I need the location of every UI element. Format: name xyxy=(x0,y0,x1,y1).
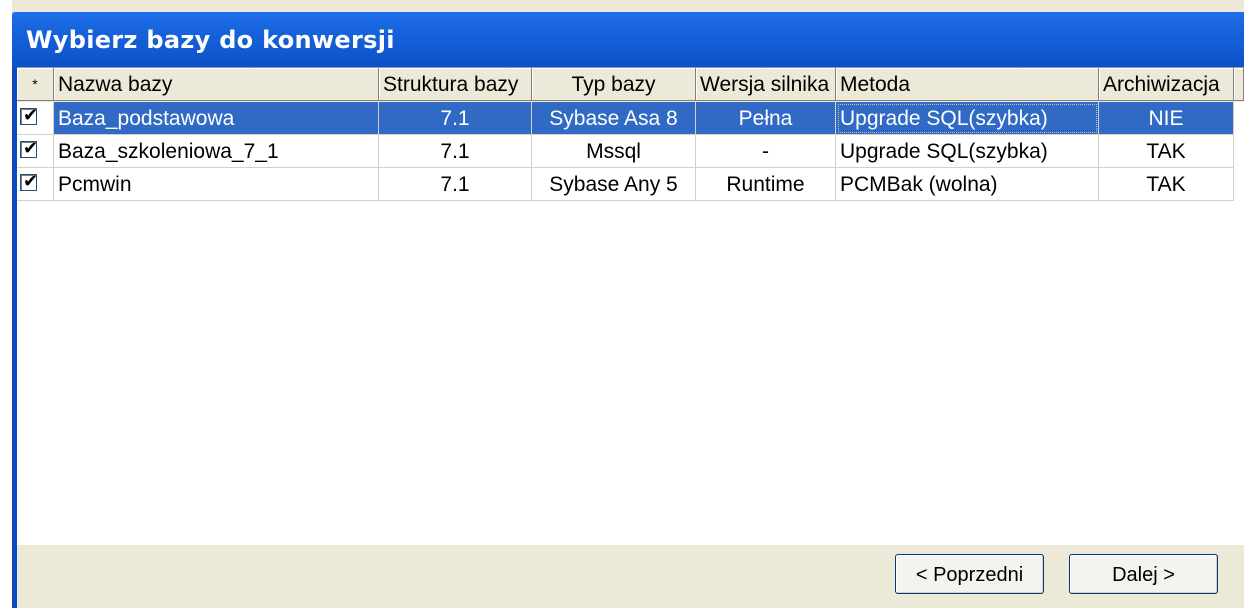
header-filler xyxy=(1234,68,1244,101)
title-bar: Wybierz bazy do konwersji xyxy=(12,12,1244,67)
conversion-window: Wybierz bazy do konwersji * Nazwa bazy S… xyxy=(12,0,1244,608)
row-checkbox-cell[interactable]: ✔ xyxy=(17,102,54,135)
checkmark-icon: ✔ xyxy=(23,171,39,192)
column-header-name[interactable]: Nazwa bazy xyxy=(54,68,379,101)
row-checkbox[interactable]: ✔ xyxy=(20,105,39,126)
cell-name[interactable]: Baza_szkoleniowa_7_1 xyxy=(54,135,379,168)
column-header-engine[interactable]: Wersja silnika xyxy=(696,68,836,101)
cell-method[interactable]: PCMBak (wolna) xyxy=(836,168,1099,201)
cell-type[interactable]: Sybase Any 5 xyxy=(532,168,696,201)
row-checkbox[interactable]: ✔ xyxy=(20,171,39,192)
cell-archive[interactable]: NIE xyxy=(1099,102,1234,135)
button-bar: < Poprzedni Dalej > xyxy=(17,545,1244,608)
cell-name[interactable]: Baza_podstawowa xyxy=(54,102,379,135)
cell-archive[interactable]: TAK xyxy=(1099,135,1234,168)
cell-type[interactable]: Sybase Asa 8 xyxy=(532,102,696,135)
table-row[interactable]: ✔ Pcmwin 7.1 Sybase Any 5 Runtime PCMBak… xyxy=(17,168,1244,201)
table-row[interactable]: ✔ Baza_szkoleniowa_7_1 7.1 Mssql - Upgra… xyxy=(17,135,1244,168)
window-title: Wybierz bazy do konwersji xyxy=(26,26,395,54)
previous-button[interactable]: < Poprzedni xyxy=(895,554,1044,594)
cell-engine[interactable]: Pełna xyxy=(696,102,836,135)
row-checkbox[interactable]: ✔ xyxy=(20,138,39,159)
cell-engine[interactable]: - xyxy=(696,135,836,168)
table-row[interactable]: ✔ Baza_podstawowa 7.1 Sybase Asa 8 Pełna… xyxy=(17,102,1244,135)
column-header-type[interactable]: Typ bazy xyxy=(532,68,696,101)
cell-structure[interactable]: 7.1 xyxy=(379,102,532,135)
cell-method[interactable]: Upgrade SQL(szybka) xyxy=(836,102,1099,135)
checkmark-icon: ✔ xyxy=(23,105,39,126)
cell-engine[interactable]: Runtime xyxy=(696,168,836,201)
column-header-structure[interactable]: Struktura bazy xyxy=(379,68,532,101)
column-header-method[interactable]: Metoda xyxy=(836,68,1099,101)
select-all-header[interactable]: * xyxy=(17,68,54,101)
column-header-archive[interactable]: Archiwizacja xyxy=(1099,68,1234,101)
cell-structure[interactable]: 7.1 xyxy=(379,168,532,201)
next-button[interactable]: Dalej > xyxy=(1069,554,1218,594)
checkmark-icon: ✔ xyxy=(23,138,39,159)
grid-header: * Nazwa bazy Struktura bazy Typ bazy Wer… xyxy=(17,68,1244,102)
row-checkbox-cell[interactable]: ✔ xyxy=(17,168,54,201)
cell-archive[interactable]: TAK xyxy=(1099,168,1234,201)
cell-structure[interactable]: 7.1 xyxy=(379,135,532,168)
cell-name[interactable]: Pcmwin xyxy=(54,168,379,201)
cell-method[interactable]: Upgrade SQL(szybka) xyxy=(836,135,1099,168)
cell-type[interactable]: Mssql xyxy=(532,135,696,168)
row-checkbox-cell[interactable]: ✔ xyxy=(17,135,54,168)
database-grid[interactable]: * Nazwa bazy Struktura bazy Typ bazy Wer… xyxy=(17,67,1244,546)
